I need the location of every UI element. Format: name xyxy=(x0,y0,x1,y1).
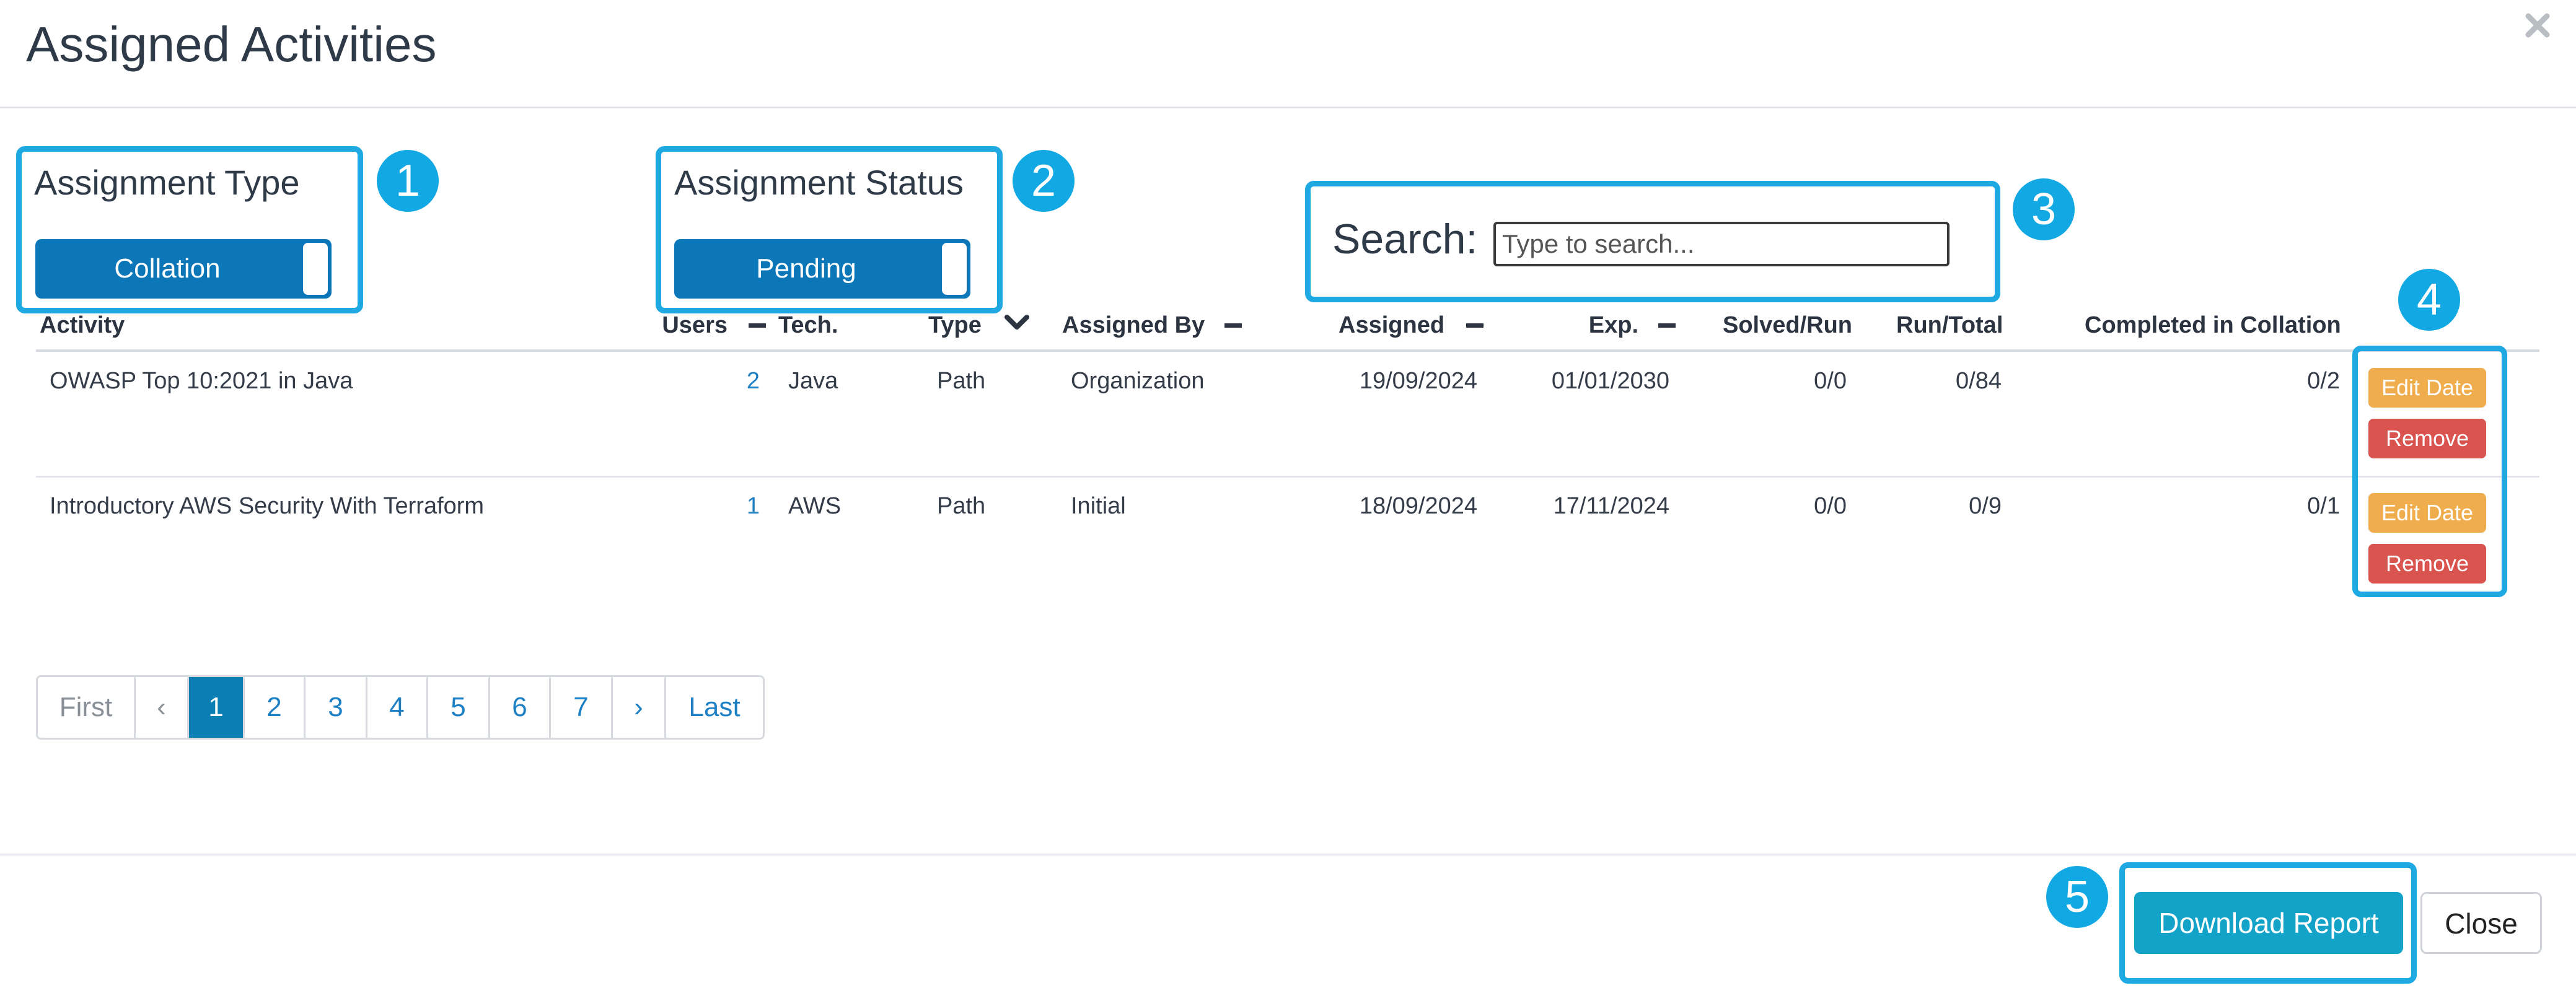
pagination: First ‹ 1 2 3 4 5 6 7 › Last xyxy=(36,675,765,740)
cell-exp-date: 17/11/2024 xyxy=(1553,493,1669,519)
cell-users-link[interactable]: 2 xyxy=(706,365,760,396)
close-icon[interactable] xyxy=(2523,11,2552,40)
cell-run-total: 0/9 xyxy=(1969,493,2002,519)
close-button[interactable]: Close xyxy=(2420,892,2542,954)
cell-assigned-by: Initial xyxy=(1071,493,1126,519)
sort-neutral-icon[interactable] xyxy=(749,323,766,328)
col-assigned[interactable]: Assigned xyxy=(1339,310,1444,341)
page-button-7[interactable]: 7 xyxy=(551,677,613,738)
cell-tech: AWS xyxy=(788,493,842,519)
assignment-status-label: Assignment Status xyxy=(674,163,964,202)
cell-assigned-date: 18/09/2024 xyxy=(1359,493,1477,519)
col-run-total: Run/Total xyxy=(1896,312,2003,338)
page-button-5[interactable]: 5 xyxy=(428,677,490,738)
callout-badge-3: 3 xyxy=(2010,176,2077,243)
col-assigned-by[interactable]: Assigned By xyxy=(1062,310,1205,341)
assignment-status-value: Pending xyxy=(756,253,856,284)
table-header-divider xyxy=(36,349,2539,352)
cell-activity: Introductory AWS Security With Terraform xyxy=(50,493,485,519)
row-divider xyxy=(36,476,2539,478)
cell-solved-run: 0/0 xyxy=(1814,493,1847,519)
cell-assigned-by: Organization xyxy=(1071,368,1205,394)
table-row: Introductory AWS Security With Terraform… xyxy=(0,478,2576,600)
cell-exp-date: 01/01/2030 xyxy=(1551,368,1669,394)
col-solved-run: Solved/Run xyxy=(1723,312,1853,338)
assignment-status-toggle[interactable]: Pending xyxy=(674,239,970,299)
col-type[interactable]: Type xyxy=(928,310,982,341)
search-input[interactable] xyxy=(1493,222,1950,266)
col-completed-in-collation: Completed in Collation xyxy=(2085,312,2341,338)
sort-neutral-icon[interactable] xyxy=(1466,323,1484,328)
sort-desc-icon[interactable] xyxy=(1004,313,1030,332)
download-report-button[interactable]: Download Report xyxy=(2134,892,2403,954)
footer-divider xyxy=(0,854,2576,855)
cell-activity: OWASP Top 10:2021 in Java xyxy=(50,368,353,394)
toggle-knob xyxy=(303,243,328,295)
cell-completed: 0/1 xyxy=(2307,493,2340,519)
assignment-type-value: Collation xyxy=(114,253,221,284)
page-first-button[interactable]: First xyxy=(38,677,136,738)
callout-badge-5: 5 xyxy=(2044,863,2111,930)
col-exp[interactable]: Exp. xyxy=(1537,310,1638,341)
sort-neutral-icon[interactable] xyxy=(1224,323,1242,328)
page-button-4[interactable]: 4 xyxy=(367,677,428,738)
sort-neutral-icon[interactable] xyxy=(1658,323,1676,328)
cell-tech: Java xyxy=(788,368,838,394)
cell-type: Path xyxy=(937,368,986,394)
callout-box-row-actions xyxy=(2352,346,2507,597)
page-button-1[interactable]: 1 xyxy=(189,677,245,738)
cell-type: Path xyxy=(937,493,986,519)
callout-badge-4: 4 xyxy=(2396,266,2463,333)
header-divider xyxy=(0,107,2576,108)
cell-users-link[interactable]: 1 xyxy=(706,491,760,522)
page-button-6[interactable]: 6 xyxy=(490,677,551,738)
assignment-type-label: Assignment Type xyxy=(34,163,300,202)
cell-assigned-date: 19/09/2024 xyxy=(1359,368,1477,394)
col-users[interactable]: Users xyxy=(644,310,728,341)
modal-title: Assigned Activities xyxy=(26,17,437,72)
toggle-knob xyxy=(942,243,967,295)
page-button-3[interactable]: 3 xyxy=(306,677,367,738)
cell-run-total: 0/84 xyxy=(1956,368,2002,394)
search-label: Search: xyxy=(1332,216,1478,263)
page-next-button[interactable]: › xyxy=(613,677,666,738)
page-last-button[interactable]: Last xyxy=(666,677,763,738)
page-prev-button[interactable]: ‹ xyxy=(136,677,189,738)
cell-completed: 0/2 xyxy=(2307,368,2340,394)
callout-badge-1: 1 xyxy=(374,147,441,214)
page-button-2[interactable]: 2 xyxy=(245,677,306,738)
assignment-type-toggle[interactable]: Collation xyxy=(35,239,332,299)
col-tech[interactable]: Tech. xyxy=(778,310,838,341)
cell-solved-run: 0/0 xyxy=(1814,368,1847,394)
col-activity[interactable]: Activity xyxy=(40,310,125,341)
table-row: OWASP Top 10:2021 in Java 2 Java Path Or… xyxy=(0,353,2576,474)
callout-badge-2: 2 xyxy=(1010,147,1077,214)
